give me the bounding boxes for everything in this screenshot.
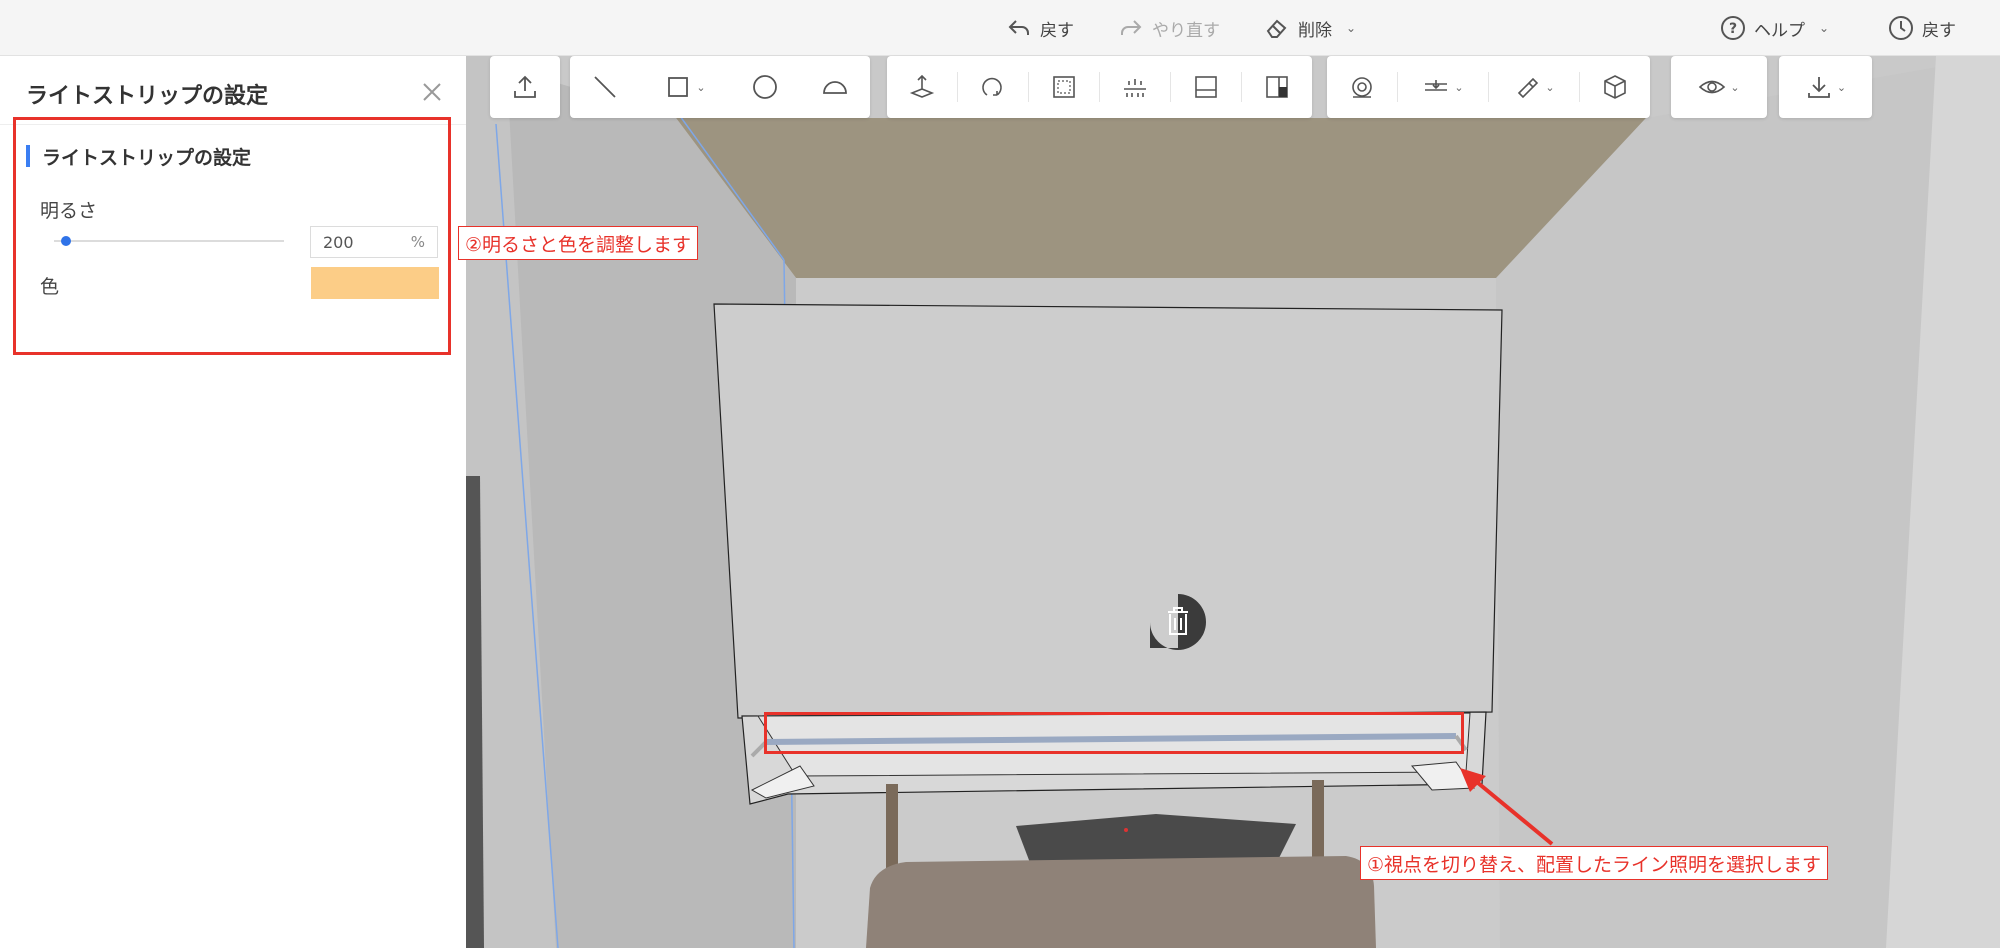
toolbar-group-view: ⌄ [1671,56,1767,118]
panel-title: ライトストリップの設定 [26,84,269,109]
chevron-down-icon: ⌄ [696,80,706,94]
light-strip-icon [1124,79,1146,97]
help-button[interactable]: ? ヘルプ ⌄ [1720,12,1829,44]
redo-label: やり直す [1152,20,1220,41]
redo-button[interactable]: やり直す [1118,12,1220,44]
chevron-down-icon: ⌄ [1819,21,1830,35]
undo-button[interactable]: 戻す [1006,12,1074,44]
circle-icon [753,75,777,99]
line-icon [594,76,616,98]
room-scene [466,56,2000,948]
arc-tool-button[interactable] [800,56,870,118]
trash-icon[interactable] [1148,592,1208,650]
undo-label: 戻す [1040,20,1074,41]
svg-text:?: ? [1729,21,1737,37]
help-icon: ? [1721,16,1745,40]
rotate-icon [982,77,1002,96]
paint-tool-button[interactable]: ⌄ [1489,56,1579,118]
clock-icon [1889,16,1913,40]
step1-callout: ①視点を切り替え、配置したライン照明を選択します [1360,846,1829,880]
chevron-down-icon: ⌄ [1545,80,1555,94]
chevron-down-icon: ⌄ [1454,80,1464,94]
paint-brush-icon [1518,77,1539,99]
history-button[interactable]: 戻す [1888,12,1956,44]
download-button[interactable]: ⌄ [1779,56,1872,118]
upload-button[interactable] [490,56,560,118]
delete-button[interactable]: 削除 ⌄ [1264,12,1356,44]
move-3d-icon [909,74,935,98]
chevron-down-icon: ⌄ [1346,21,1357,35]
chevron-down-icon: ⌄ [1836,80,1847,94]
delete-label: 削除 [1298,20,1332,41]
upload-icon [514,75,536,98]
download-icon [1807,77,1830,98]
history-label: 戻す [1922,20,1956,41]
frame-icon [1053,76,1075,98]
tape-measure-button[interactable] [1327,56,1397,118]
move-tool-button[interactable] [887,56,957,118]
eraser-icon [1266,19,1287,38]
tape-measure-icon [1352,77,1372,98]
undo-icon [1008,20,1029,35]
frame-tool-button[interactable] [1029,56,1099,118]
light-strip-highlight-box [764,712,1464,754]
close-icon[interactable] [420,80,444,104]
redo-icon [1121,20,1142,35]
circle-tool-button[interactable] [730,56,800,118]
3d-viewport[interactable] [466,56,2000,948]
toolbar-group-upload [490,56,560,118]
eye-icon [1699,80,1726,94]
rectangle-tool-button[interactable]: ⌄ [640,56,730,118]
settings-highlight-box [13,117,451,355]
annotation-arrow [1460,768,1554,846]
rotate-tool-button[interactable] [958,56,1028,118]
light-strip-tool-button[interactable] [1100,56,1170,118]
light-strip-settings-panel: ライトストリップの設定 ライトストリップの設定 明るさ 200 % 色 [0,56,466,948]
cube-view-button[interactable] [1580,56,1650,118]
toolbar-group-edit [887,56,1312,118]
chevron-down-icon: ⌄ [1730,80,1740,94]
cube-icon [1604,75,1626,99]
cabinet-icon [1195,76,1217,98]
visibility-button[interactable]: ⌄ [1671,56,1767,118]
toolbar-group-tools: ⌄ ⌄ [1327,56,1650,118]
top-bar: 戻す やり直す 削除 ⌄ ? ヘルプ ⌄ 戻す [0,0,2000,56]
arc-icon [823,81,847,94]
line-tool-button[interactable] [570,56,640,118]
toolbar-group-draw: ⌄ [570,56,870,118]
step2-callout: ②明るさと色を調整します [458,226,699,260]
split-panel-icon [1266,76,1288,98]
level-icon [1425,80,1448,91]
level-tool-button[interactable]: ⌄ [1398,56,1488,118]
help-label: ヘルプ [1754,20,1805,41]
rectangle-icon [668,77,689,97]
cabinet-tool-button[interactable] [1171,56,1241,118]
split-panel-tool-button[interactable] [1242,56,1312,118]
toolbar-group-export: ⌄ [1779,56,1872,118]
